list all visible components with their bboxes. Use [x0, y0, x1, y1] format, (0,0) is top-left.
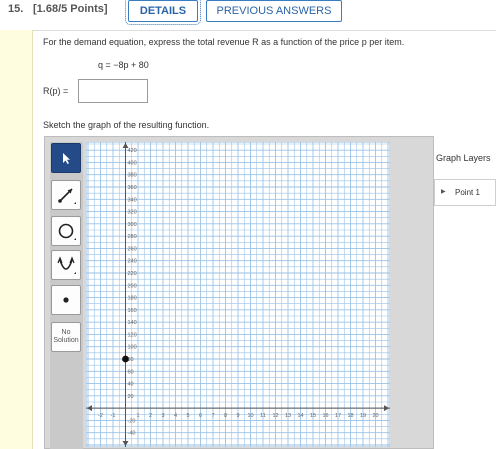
y-tick-label: 360	[128, 185, 137, 191]
x-tick-label: 12	[272, 413, 278, 419]
x-tick-label: -2	[98, 413, 103, 419]
x-tick-label: 7	[211, 413, 214, 419]
y-tick-label: 300	[128, 222, 137, 228]
x-tick-label: 14	[297, 413, 303, 419]
y-tick-label: -40	[128, 431, 136, 437]
expand-triangle-icon[interactable]: ▶	[441, 188, 446, 195]
x-tick-label: 18	[347, 413, 353, 419]
line-tool-icon	[58, 188, 76, 204]
graph-layers-title: Graph Layers	[436, 153, 491, 163]
y-tick-label: 160	[128, 308, 137, 314]
x-tick-label: 17	[335, 413, 341, 419]
x-tick-label: 5	[186, 413, 189, 419]
y-tick-label: 120	[128, 332, 137, 338]
x-tick-label: 13	[285, 413, 291, 419]
y-tick-label: 20	[128, 394, 134, 400]
graph-layer-point-1[interactable]: ▶ Point 1	[434, 179, 496, 206]
line-tool-button[interactable]	[51, 180, 81, 210]
point-tool-icon	[63, 297, 69, 303]
x-tick-label: 6	[199, 413, 202, 419]
circle-tool-icon	[58, 223, 76, 240]
parabola-tool-button[interactable]	[51, 250, 81, 280]
details-button[interactable]: DETAILS	[125, 0, 201, 25]
answer-label: R(p) =	[43, 86, 69, 96]
graph-canvas[interactable]: -2 -1 1 2 3 4 5 6 7 8 9 10 11 12 13 14 15 16 17 18 19 2042040…	[86, 142, 390, 447]
x-tick-label: 20	[372, 413, 378, 419]
y-tick-label: 200	[128, 283, 137, 289]
x-tick-label: -1	[111, 413, 116, 419]
circle-tool-button[interactable]	[51, 216, 81, 246]
x-tick-label: 8	[224, 413, 227, 419]
y-tick-label: 340	[128, 197, 137, 203]
x-tick-label: 10	[247, 413, 253, 419]
y-tick-label: 180	[128, 296, 137, 302]
no-solution-label-1: No	[61, 329, 71, 336]
pointer-tool-button[interactable]	[51, 143, 81, 173]
x-tick-label: 9	[236, 413, 239, 419]
x-tick-label: 1	[136, 413, 139, 419]
x-tick-label: 4	[174, 413, 177, 419]
y-tick-label: 140	[128, 320, 137, 326]
y-tick-label: 420	[128, 148, 137, 154]
divider	[33, 30, 496, 31]
y-tick-label: 220	[128, 271, 137, 277]
y-tick-label: 280	[128, 234, 137, 240]
question-number: 15.	[8, 3, 24, 15]
sketch-prompt: Sketch the graph of the resulting functi…	[43, 120, 210, 130]
y-tick-label: 40	[128, 382, 134, 388]
y-tick-label: -20	[128, 418, 136, 424]
y-tick-label: 400	[128, 160, 137, 166]
parabola-tool-icon	[57, 256, 76, 274]
x-tick-label: 15	[310, 413, 316, 419]
x-tick-label: 16	[322, 413, 328, 419]
plotted-point	[122, 355, 129, 363]
y-tick-label: 380	[128, 173, 137, 179]
previous-answers-button[interactable]: PREVIOUS ANSWERS	[206, 0, 342, 22]
y-tick-label: 320	[128, 210, 137, 216]
no-solution-label-2: Solution	[53, 337, 79, 344]
question-prompt: For the demand equation, express the tot…	[43, 37, 405, 47]
x-tick-label: 19	[360, 413, 366, 419]
question-left-margin	[0, 30, 33, 449]
y-tick-label: 260	[128, 246, 137, 252]
y-tick-label: 100	[128, 345, 137, 351]
x-tick-label: 2	[149, 413, 152, 419]
y-tick-label: 240	[128, 259, 137, 265]
pointer-icon	[63, 153, 70, 164]
x-tick-label: 11	[260, 413, 266, 419]
graph-layer-label: Point 1	[455, 188, 480, 197]
question-points: [1.68/5 Points]	[33, 3, 108, 15]
question-header: 15. [1.68/5 Points] DETAILS PREVIOUS ANS…	[0, 0, 496, 30]
demand-equation: q = −8p + 80	[98, 60, 149, 70]
y-tick-label: 60	[128, 369, 134, 375]
no-solution-button[interactable]: No Solution	[51, 322, 81, 352]
answer-input[interactable]	[78, 79, 148, 103]
point-tool-button[interactable]	[51, 285, 81, 315]
x-tick-label: 3	[161, 413, 164, 419]
